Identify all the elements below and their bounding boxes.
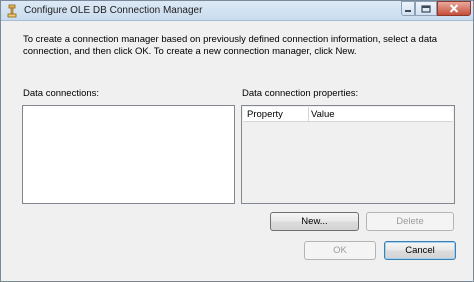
- maximize-icon: [416, 2, 436, 15]
- connection-manager-icon: [6, 4, 18, 18]
- dialog-window: Configure OLE DB Connection Manager To c…: [0, 0, 474, 282]
- minimize-icon: [402, 2, 414, 15]
- data-connections-list[interactable]: [22, 105, 235, 204]
- close-icon: [438, 2, 470, 15]
- title-bar[interactable]: Configure OLE DB Connection Manager: [1, 1, 473, 21]
- minimize-button[interactable]: [401, 1, 415, 16]
- new-button[interactable]: New...: [270, 212, 359, 231]
- close-button[interactable]: [437, 1, 471, 16]
- properties-header: Property Value: [243, 107, 453, 122]
- column-divider: [308, 107, 309, 122]
- maximize-button[interactable]: [415, 1, 437, 16]
- data-connections-label: Data connections:: [23, 88, 100, 99]
- column-header-value[interactable]: Value: [311, 109, 335, 120]
- cancel-button[interactable]: Cancel: [384, 241, 456, 260]
- ok-button[interactable]: OK: [304, 241, 376, 260]
- window-title: Configure OLE DB Connection Manager: [24, 5, 203, 16]
- column-header-property[interactable]: Property: [247, 109, 283, 120]
- instruction-text: To create a connection manager based on …: [23, 34, 438, 57]
- delete-button[interactable]: Delete: [366, 212, 454, 231]
- data-connection-properties-label: Data connection properties:: [242, 88, 359, 99]
- data-connection-properties-grid[interactable]: Property Value: [241, 105, 455, 204]
